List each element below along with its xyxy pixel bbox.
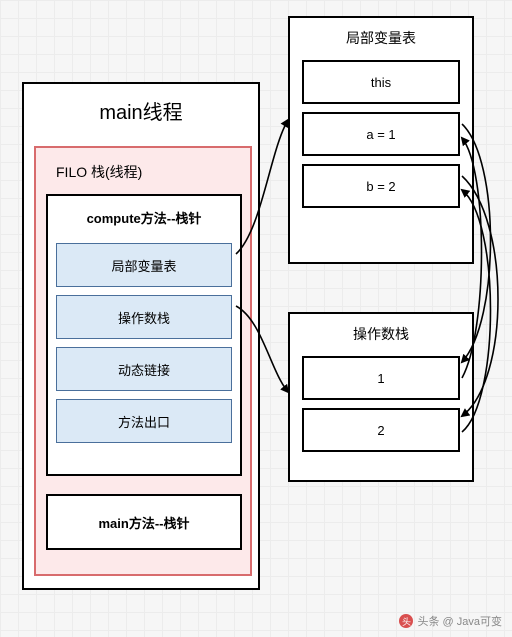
compute-frame-box: compute方法--栈针 局部变量表 操作数栈 动态链接 方法出口 [46,194,242,476]
filo-stack-box: FILO 栈(线程) compute方法--栈针 局部变量表 操作数栈 动态链接… [34,146,252,576]
lvt-cell-b: b = 2 [302,164,460,208]
main-thread-title: main线程 [24,84,258,125]
watermark: 头 头条 @ Java可变 [399,613,502,629]
watermark-icon: 头 [399,614,413,628]
operand-stack-box: 操作数栈 1 2 [288,312,474,482]
slot-dynamic-link: 动态链接 [56,347,232,391]
slot-operand-stack: 操作数栈 [56,295,232,339]
compute-frame-title: compute方法--栈针 [48,196,240,235]
local-var-table-box: 局部变量表 this a = 1 b = 2 [288,16,474,264]
main-frame-title: main方法--栈针 [98,513,189,532]
lvt-cell-this: this [302,60,460,104]
operand-stack-title: 操作数栈 [290,314,472,348]
slot-method-exit: 方法出口 [56,399,232,443]
filo-title: FILO 栈(线程) [36,148,250,182]
main-frame-box: main方法--栈针 [46,494,242,550]
lvt-cell-a: a = 1 [302,112,460,156]
local-var-table-title: 局部变量表 [290,18,472,52]
main-thread-box: main线程 FILO 栈(线程) compute方法--栈针 局部变量表 操作… [22,82,260,590]
ops-cell-2: 2 [302,408,460,452]
ops-cell-1: 1 [302,356,460,400]
slot-local-var-table: 局部变量表 [56,243,232,287]
watermark-text: 头条 @ Java可变 [417,613,502,629]
